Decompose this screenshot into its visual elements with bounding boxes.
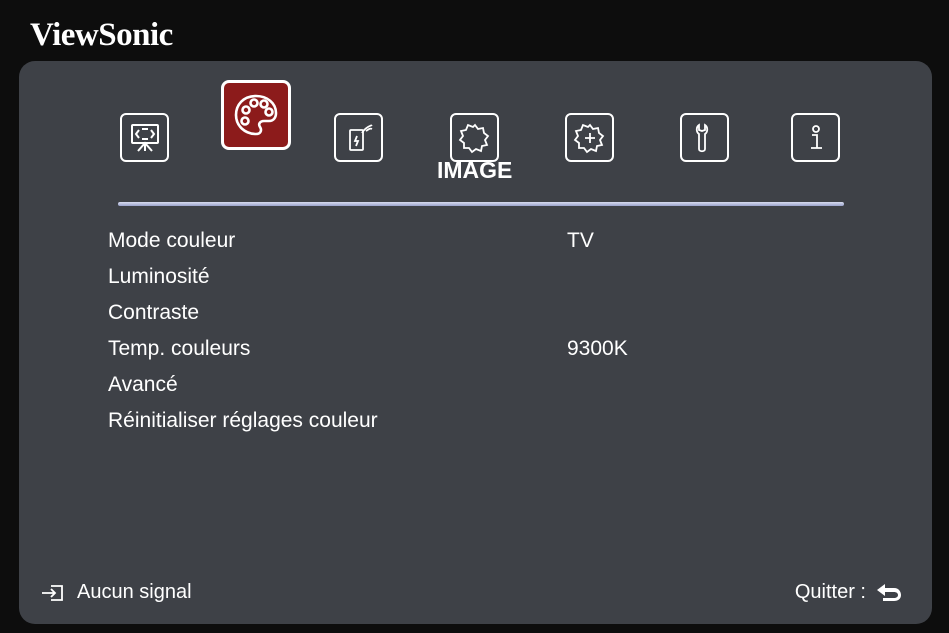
brand-logo: ViewSonic [30,17,173,53]
tab-system[interactable] [680,113,729,162]
menu-item-value: 9300K [567,337,628,360]
exit-label: Quitter : [794,581,866,603]
menu-item-label: Contraste [108,301,200,324]
tab-power[interactable] [334,113,383,162]
menu-item-label: Mode couleur [108,229,236,252]
power-management-icon [348,123,373,151]
gear-basic-icon [458,123,489,153]
image-menu-list: Mode couleur TV Luminosité Contraste Tem… [108,225,808,441]
return-arrow-icon [877,583,901,601]
exit-hint[interactable]: Quitter : [795,581,904,604]
menu-item-label: Luminosité [108,265,210,288]
osd-menu-panel: IMAGE Mode couleur TV Luminosité Contras… [19,61,932,624]
info-icon [810,124,822,149]
menu-item-color-temp[interactable]: Temp. couleurs 9300K [108,333,808,369]
header-divider [118,202,844,206]
color-palette-icon [234,94,278,136]
menu-tabs [19,61,932,171]
menu-item-brightness[interactable]: Luminosité [108,261,808,297]
menu-item-label: Temp. couleurs [108,337,251,360]
tab-image[interactable] [221,80,291,150]
menu-item-label: Avancé [108,373,178,396]
no-signal-text: Aucun signal [77,581,192,603]
menu-item-advanced[interactable]: Avancé [108,369,808,405]
menu-item-label: Réinitialiser réglages couleur [108,409,378,432]
tab-basic[interactable] [450,113,499,162]
menu-item-contrast[interactable]: Contraste [108,297,808,333]
section-title: IMAGE [437,157,513,183]
menu-item-value: TV [567,229,594,252]
tab-advanced[interactable] [565,113,614,162]
wrench-icon [695,122,708,152]
menu-item-reset-color[interactable]: Réinitialiser réglages couleur [108,405,808,441]
source-status: Aucun signal [41,581,192,604]
menu-item-color-mode[interactable]: Mode couleur TV [108,225,808,261]
display-screen-icon [130,123,159,152]
tab-display[interactable] [120,113,169,162]
gear-advanced-icon [573,123,604,153]
tab-information[interactable] [791,113,840,162]
input-source-icon [42,584,63,601]
